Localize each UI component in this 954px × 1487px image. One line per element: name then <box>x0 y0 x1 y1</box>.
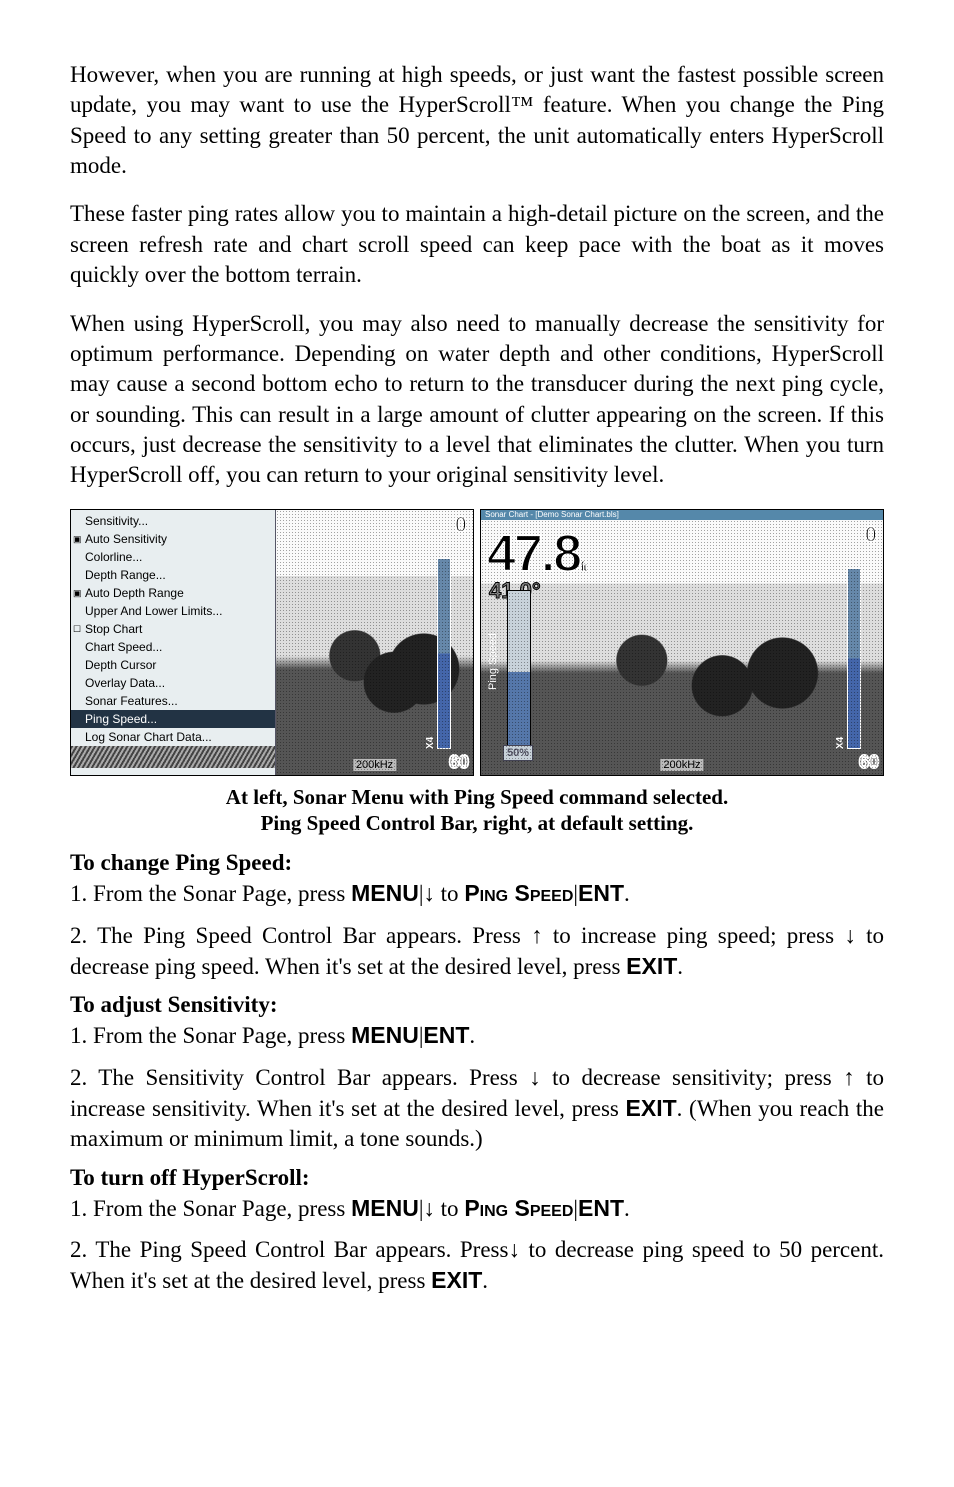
sonar-menu-panel: Sensitivity...Auto SensitivityColorline.… <box>71 510 276 775</box>
sonar-menu-item[interactable]: Colorline... <box>71 548 275 566</box>
down-arrow-icon: ↓ <box>508 1236 520 1262</box>
ping-speed-label: Ping Speed <box>487 633 499 690</box>
text: to <box>435 1196 464 1221</box>
sonar-menu-item[interactable]: Sensitivity... <box>71 512 275 530</box>
text: 1. From the Sonar Page, press <box>70 881 351 906</box>
figure-right-ping-speed: Sonar Chart - [Demo Sonar Chart.bls] 47.… <box>480 509 884 776</box>
down-arrow-icon: ↓ <box>423 880 435 906</box>
up-arrow-icon: ↑ <box>843 1064 855 1090</box>
ping-speed-fill <box>508 672 530 754</box>
body-paragraph-1: However, when you are running at high sp… <box>70 60 884 181</box>
sonar-menu-item[interactable]: Stop Chart <box>71 620 275 638</box>
figure-caption: At left, Sonar Menu with Ping Speed comm… <box>70 784 884 837</box>
key-ping-speed: Ping Speed <box>464 1195 573 1221</box>
heading-change-ping-speed: To change Ping Speed: <box>70 850 884 876</box>
key-menu: MENU <box>351 1195 419 1221</box>
depth-scale-bottom: 60 <box>449 752 469 773</box>
temperature-readout: 41.0° <box>489 578 541 604</box>
heading-adjust-sensitivity: To adjust Sensitivity: <box>70 992 884 1018</box>
key-ent: ENT <box>578 880 624 906</box>
sonar-menu-item[interactable]: Auto Sensitivity <box>71 530 275 548</box>
depth-scale-top-right: 0 <box>865 522 877 548</box>
s2-step-2: 2. The Sensitivity Control Bar appears. … <box>70 1062 884 1155</box>
sonar-menu-item[interactable]: Chart Speed... <box>71 638 275 656</box>
figure-row: Sensitivity...Auto SensitivityColorline.… <box>70 509 884 776</box>
sonar-menu-item[interactable]: Auto Depth Range <box>71 584 275 602</box>
down-arrow-icon: ↓ <box>844 922 856 948</box>
key-exit: EXIT <box>626 1095 677 1121</box>
sonar-menu-item[interactable]: Depth Range... <box>71 566 275 584</box>
sonar-chart-left: 0 X4 200kHz 60 <box>276 510 473 775</box>
sonar-menu-item[interactable]: Depth Cursor <box>71 656 275 674</box>
body-paragraph-3: When using HyperScroll, you may also nee… <box>70 309 884 491</box>
text: 1. From the Sonar Page, press <box>70 1023 351 1048</box>
text: to increase ping speed; press <box>543 923 845 948</box>
down-arrow-icon: ↓ <box>529 1064 541 1090</box>
s3-step-2: 2. The Ping Speed Control Bar appears. P… <box>70 1234 884 1297</box>
text: . <box>677 954 683 979</box>
key-ent: ENT <box>423 1022 469 1048</box>
depth-scale-strip: X4 <box>437 558 451 749</box>
s1-step-2: 2. The Ping Speed Control Bar appears. P… <box>70 920 884 983</box>
menu-panel-decor <box>71 746 275 768</box>
text: . <box>469 1023 475 1048</box>
frequency-label-right: 200kHz <box>660 759 703 771</box>
depth-readout-unit: ft <box>580 558 585 574</box>
sonar-menu-item[interactable]: Sonar Features... <box>71 692 275 710</box>
text: . <box>624 1196 630 1221</box>
up-arrow-icon: ↑ <box>531 922 543 948</box>
text: . <box>482 1268 488 1293</box>
s1-step-1: 1. From the Sonar Page, press MENU|↓ to … <box>70 878 884 909</box>
scale-tag: X4 <box>425 736 436 748</box>
key-ent: ENT <box>578 1195 624 1221</box>
key-ping-speed: Ping Speed <box>464 880 573 906</box>
text: to <box>435 881 464 906</box>
key-exit: EXIT <box>626 953 677 979</box>
key-menu: MENU <box>351 880 419 906</box>
window-titlebar: Sonar Chart - [Demo Sonar Chart.bls] <box>481 510 884 520</box>
figure-left-sonar-menu: Sensitivity...Auto SensitivityColorline.… <box>70 509 474 776</box>
text: 2. The Ping Speed Control Bar appears. P… <box>70 923 531 948</box>
sonar-menu-item[interactable]: Overlay Data... <box>71 674 275 692</box>
depth-scale-top: 0 <box>455 512 467 538</box>
text: to decrease sensitivity; press <box>541 1065 844 1090</box>
document-page: However, when you are running at high sp… <box>0 0 954 1367</box>
body-paragraph-2: These faster ping rates allow you to mai… <box>70 199 884 290</box>
down-arrow-icon: ↓ <box>423 1195 435 1221</box>
text: 2. The Ping Speed Control Bar appears. P… <box>70 1237 508 1262</box>
sonar-chart-right: 47.8 ft 41.0° 0 X4 Ping Speed 50% 200kHz… <box>481 520 883 775</box>
key-menu: MENU <box>351 1022 419 1048</box>
text: 1. From the Sonar Page, press <box>70 1196 351 1221</box>
caption-line-2: Ping Speed Control Bar, right, at defaul… <box>261 811 694 835</box>
text: . <box>624 881 630 906</box>
sonar-menu-item[interactable]: Ping Speed... <box>71 710 275 728</box>
sonar-menu-item[interactable]: Upper And Lower Limits... <box>71 602 275 620</box>
scale-tag-right: X4 <box>835 736 846 748</box>
s3-step-1: 1. From the Sonar Page, press MENU|↓ to … <box>70 1193 884 1224</box>
key-exit: EXIT <box>431 1267 482 1293</box>
frequency-label-left: 200kHz <box>353 759 396 771</box>
depth-readout: 47.8 ft <box>487 524 586 584</box>
depth-scale-strip-right: X4 <box>847 568 861 749</box>
s2-step-1: 1. From the Sonar Page, press MENU|ENT. <box>70 1020 884 1051</box>
depth-scale-bottom-right: 60 <box>859 752 879 773</box>
text: 2. The Sensitivity Control Bar appears. … <box>70 1065 529 1090</box>
heading-turn-off-hyperscroll: To turn off HyperScroll: <box>70 1165 884 1191</box>
ping-speed-value: 50% <box>503 745 533 761</box>
ping-speed-control-bar[interactable] <box>507 590 531 755</box>
depth-readout-value: 47.8 <box>487 524 580 584</box>
caption-line-1: At left, Sonar Menu with Ping Speed comm… <box>226 785 728 809</box>
sonar-menu-item[interactable]: Log Sonar Chart Data... <box>71 728 275 746</box>
